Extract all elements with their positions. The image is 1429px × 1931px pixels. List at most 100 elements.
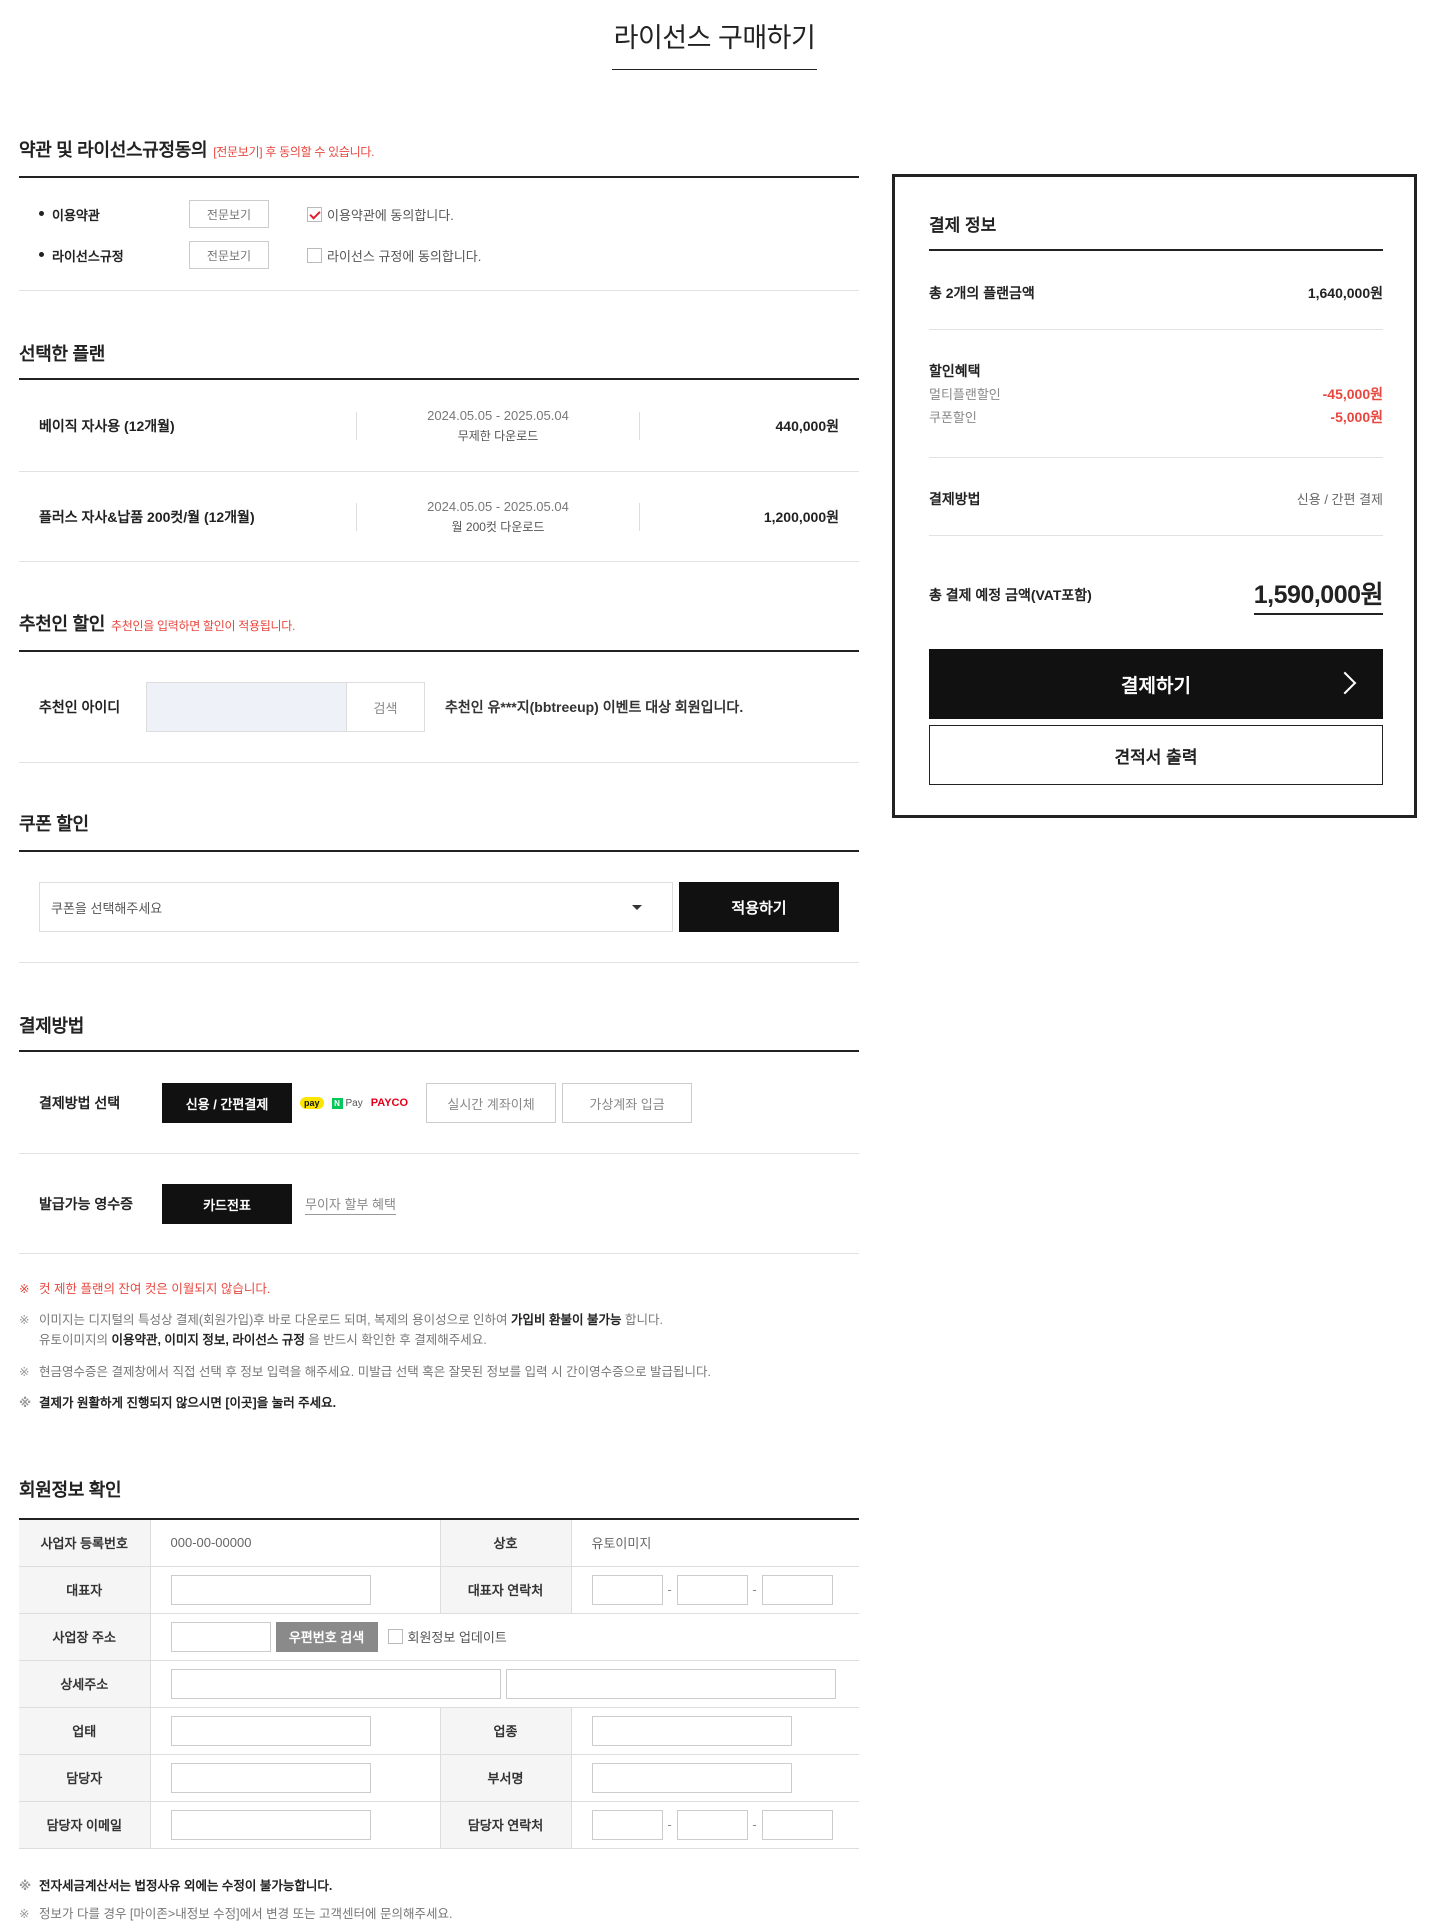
- divider: [19, 176, 859, 178]
- divider: [19, 561, 859, 562]
- divider: [19, 650, 859, 652]
- method-label: 결제방법: [929, 491, 981, 507]
- manager-phone-1-input[interactable]: [591, 1809, 663, 1840]
- coupon-discount-value: -5,000원: [1330, 409, 1383, 425]
- referral-section-title: 추천인 할인 추천인을 입력하면 할인이 적용됩니다.: [19, 610, 295, 636]
- plan-total-label: 총 2개의 플랜금액: [929, 285, 1035, 301]
- easy-pay-logos: pay N Pay PAYCO: [300, 1097, 408, 1109]
- pay-button[interactable]: 결제하기: [929, 649, 1383, 719]
- zip-input[interactable]: [170, 1621, 271, 1652]
- divider: [19, 1153, 859, 1154]
- payment-summary-panel: 결제 정보 총 2개의 플랜금액 1,640,000원 할인혜택 멀티플랜할인 …: [892, 174, 1417, 818]
- divider: [19, 1050, 859, 1052]
- checkbox-label: 라이선스 규정에 동의합니다.: [327, 248, 482, 264]
- plan-name: 플러스 자사&납품 200컷/월 (12개월): [39, 509, 255, 525]
- total-label: 총 결제 예정 금액(VAT포함): [929, 587, 1092, 603]
- terms-label: 이용약관: [19, 205, 189, 224]
- credit-card-easy-pay-button[interactable]: 신용 / 간편결제: [162, 1083, 292, 1123]
- plan-period: 2024.05.05 - 2025.05.04: [427, 408, 569, 423]
- ceo-phone-1-input[interactable]: [591, 1574, 663, 1605]
- payco-icon: PAYCO: [370, 1097, 409, 1109]
- manager-phone-3-input[interactable]: [761, 1809, 833, 1840]
- naver-pay-icon: N Pay: [331, 1097, 363, 1109]
- divider: [929, 535, 1383, 536]
- total-row: 총 결제 예정 금액(VAT포함) 1,590,000원: [929, 575, 1384, 615]
- terms-note: [전문보기] 후 동의할 수 있습니다.: [213, 145, 375, 159]
- zip-search-button[interactable]: 우편번호 검색: [275, 1621, 378, 1652]
- divider: [19, 1253, 859, 1254]
- terms-row-usage: 이용약관 전문보기 이용약관에 동의합니다.: [19, 200, 454, 228]
- dash: -: [667, 1582, 672, 1597]
- table-row: 대표자 대표자 연락처 - -: [19, 1566, 859, 1614]
- table-row: 사업자 등록번호 000-00-00000 상호 유토이미지: [19, 1519, 859, 1567]
- biz-item-input[interactable]: [591, 1715, 792, 1746]
- address-2-input[interactable]: [505, 1668, 836, 1699]
- manager-phone-2-input[interactable]: [676, 1809, 748, 1840]
- print-quote-button[interactable]: 견적서 출력: [929, 725, 1383, 785]
- virtual-account-button[interactable]: 가상계좌 입금: [562, 1083, 693, 1123]
- agree-license-checkbox[interactable]: 라이선스 규정에 동의합니다.: [307, 246, 481, 265]
- method-row: 결제방법 신용 / 간편 결제: [929, 489, 1383, 509]
- view-full-terms-button[interactable]: 전문보기: [189, 200, 269, 228]
- company-label: 상호: [439, 1519, 572, 1567]
- referral-title: 추천인 할인: [19, 614, 106, 634]
- manager-label: 담당자: [19, 1754, 151, 1802]
- notice-payment-help[interactable]: ※ 결제가 원활하게 진행되지 않으시면 [이곳]을 눌러 주세요.: [19, 1393, 859, 1413]
- referral-id-input[interactable]: [146, 682, 346, 732]
- payment-method-row: 결제방법 선택 신용 / 간편결제 pay N Pay PAYCO 실시간 계좌이…: [19, 1083, 859, 1123]
- coupon-selected-value: 쿠폰을 선택해주세요: [51, 900, 163, 916]
- referral-search-button[interactable]: 검색: [346, 682, 425, 732]
- table-row: 담당자 부서명: [19, 1754, 859, 1802]
- caret-down-icon: [632, 905, 642, 910]
- view-full-license-button[interactable]: 전문보기: [189, 241, 269, 269]
- ceo-phone-3-input[interactable]: [761, 1574, 833, 1605]
- coupon-select[interactable]: 쿠폰을 선택해주세요: [39, 882, 673, 932]
- page-title-wrap: 라이선스 구매하기: [0, 16, 1429, 70]
- agree-terms-checkbox[interactable]: 이용약관에 동의합니다.: [307, 205, 454, 224]
- card-receipt-button[interactable]: 카드전표: [162, 1184, 292, 1224]
- table-row: 업태 업종: [19, 1707, 859, 1755]
- kakao-pay-icon: pay: [300, 1097, 324, 1109]
- total-value: 1,590,000원: [1253, 575, 1384, 615]
- realtime-transfer-button[interactable]: 실시간 계좌이체: [426, 1083, 557, 1123]
- ceo-phone-label: 대표자 연락처: [439, 1566, 572, 1614]
- page-title: 라이선스 구매하기: [611, 16, 818, 70]
- manager-input[interactable]: [170, 1762, 371, 1793]
- ceo-phone-2-input[interactable]: [676, 1574, 748, 1605]
- apply-coupon-button[interactable]: 적용하기: [679, 882, 839, 932]
- checkbox-unchecked-icon[interactable]: [307, 247, 322, 263]
- notice-refund: ※ 이미지는 디지털의 특성상 결제(회원가입)후 바로 다운로드 되며, 복제의…: [19, 1313, 663, 1347]
- receipt-label: 발급가능 영수증: [39, 1196, 134, 1212]
- dept-input[interactable]: [591, 1762, 792, 1793]
- detail-address-label: 상세주소: [19, 1660, 151, 1708]
- company-value: 유토이미지: [571, 1519, 859, 1567]
- ceo-input[interactable]: [170, 1574, 371, 1605]
- pay-button-label: 결제하기: [1121, 675, 1191, 697]
- checkbox-label: 이용약관에 동의합니다.: [327, 207, 454, 223]
- license-label: 라이선스규정: [19, 246, 189, 265]
- manager-email-input[interactable]: [170, 1809, 371, 1840]
- checkbox-unchecked-icon[interactable]: [387, 1629, 403, 1644]
- plan-period-block: 2024.05.05 - 2025.05.04 무제한 다운로드: [357, 405, 639, 447]
- payment-section-title: 결제방법: [19, 1016, 85, 1036]
- discount-row: 할인혜택: [929, 361, 1383, 381]
- terms-section-title: 약관 및 라이선스규정동의 [전문보기] 후 동의할 수 있습니다.: [19, 136, 374, 162]
- notice-tax-invoice: ※ 전자세금계산서는 법정사유 외에는 수정이 불가능합니다.: [19, 1879, 333, 1893]
- biz-type-input[interactable]: [170, 1715, 371, 1746]
- member-info-table: 사업자 등록번호 000-00-00000 상호 유토이미지 대표자 대표자 연…: [19, 1518, 859, 1849]
- chevron-right-icon: [1333, 671, 1357, 695]
- installment-benefit-link[interactable]: 무이자 할부 혜택: [305, 1194, 396, 1215]
- multi-discount-value: -45,000원: [1322, 386, 1383, 402]
- plan-name: 베이직 자사용 (12개월): [39, 418, 175, 434]
- plan-row: 베이직 자사용 (12개월) 2024.05.05 - 2025.05.04 무…: [19, 381, 859, 471]
- divider: [929, 329, 1383, 330]
- payment-method-label: 결제방법 선택: [39, 1095, 121, 1111]
- checkbox-checked-icon[interactable]: [307, 206, 322, 222]
- address-1-input[interactable]: [170, 1668, 501, 1699]
- terms-title: 약관 및 라이선스규정동의: [19, 140, 208, 160]
- notice-info-change: ※ 정보가 다를 경우 [마이존>내정보 수정]에서 변경 또는 고객센터에 문의…: [19, 1907, 453, 1921]
- plan-desc: 월 200컷 다운로드: [451, 520, 545, 534]
- member-update-checkbox[interactable]: 회원정보 업데이트: [387, 1627, 507, 1646]
- receipt-row: 발급가능 영수증 카드전표 무이자 할부 혜택: [19, 1184, 859, 1224]
- referral-message: 추천인 유***지(bbtreeup) 이벤트 대상 회원입니다.: [445, 699, 744, 715]
